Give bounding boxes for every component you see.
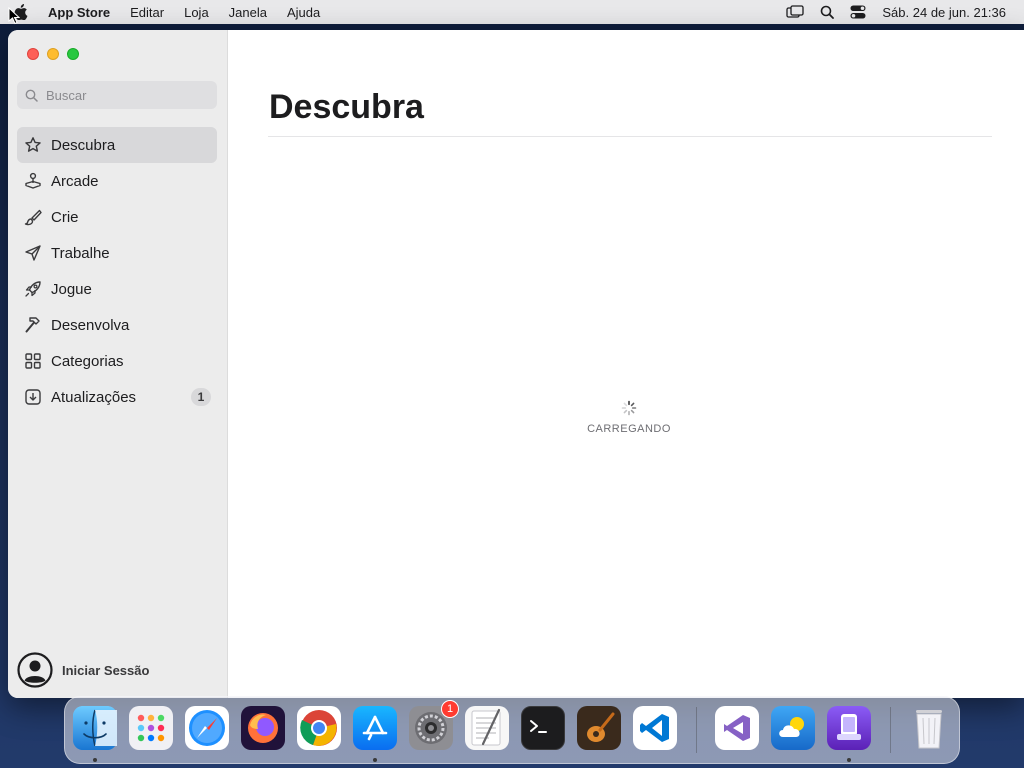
account-icon (17, 652, 53, 688)
simulator-running-dot (847, 758, 851, 762)
sidebar-item-label: Crie (51, 208, 79, 226)
system-settings-icon[interactable]: 1 (409, 700, 459, 750)
joystick-icon (24, 172, 42, 190)
app-store-window: Buscar Descubra Arcade Crie Trabalhe Jog… (8, 30, 1024, 698)
app-store-running-dot (373, 758, 377, 762)
spinner-icon (621, 400, 637, 416)
menu-clock[interactable]: Sáb. 24 de jun. 21:36 (882, 5, 1006, 20)
menu-ajuda[interactable]: Ajuda (287, 5, 320, 20)
search-icon (25, 89, 38, 102)
sidebar-item-label: Atualizações (51, 388, 137, 406)
visual-studio-icon[interactable] (715, 706, 759, 750)
sidebar-item-categorias[interactable]: Categorias (17, 343, 217, 379)
close-button[interactable] (27, 48, 39, 60)
trash-icon[interactable] (907, 706, 951, 750)
menu-janela[interactable]: Janela (229, 5, 267, 20)
terminal-icon[interactable] (521, 706, 565, 750)
title-divider (268, 136, 992, 137)
garageband-icon[interactable] (577, 706, 621, 750)
mouse-cursor-icon (8, 7, 20, 25)
loading-text: CARREGANDO (587, 423, 671, 435)
sidebar-nav: Descubra Arcade Crie Trabalhe Jogue Dese… (17, 127, 217, 415)
dock-separator (696, 707, 697, 753)
sidebar-item-label: Trabalhe (51, 244, 110, 262)
launchpad-icon[interactable] (129, 706, 173, 750)
menu-app-name[interactable]: App Store (48, 5, 110, 20)
safari-icon[interactable] (185, 706, 229, 750)
screen-mirroring-icon[interactable] (786, 5, 805, 19)
sidebar-item-jogue[interactable]: Jogue (17, 271, 217, 307)
sidebar: Buscar Descubra Arcade Crie Trabalhe Jog… (8, 30, 228, 698)
page-title: Descubra (269, 88, 424, 126)
finder-running-dot (93, 758, 97, 762)
search-input[interactable]: Buscar (17, 81, 217, 109)
paper-plane-icon (24, 244, 42, 262)
weather-icon[interactable] (771, 706, 815, 750)
star-icon (24, 136, 42, 154)
sidebar-item-label: Desenvolva (51, 316, 130, 334)
finder-icon[interactable] (73, 706, 117, 750)
updates-count-badge: 1 (191, 388, 211, 406)
sidebar-item-label: Arcade (51, 172, 99, 190)
menu-editar[interactable]: Editar (130, 5, 164, 20)
hammer-icon (24, 316, 42, 334)
minimize-button[interactable] (47, 48, 59, 60)
app-store-dock-icon[interactable] (353, 706, 397, 750)
brush-icon (24, 208, 42, 226)
control-center-icon[interactable] (850, 5, 866, 19)
sign-in-label: Iniciar Sessão (62, 662, 150, 678)
rocket-icon (24, 280, 42, 298)
loading-indicator: CARREGANDO (229, 400, 1024, 435)
simulator-icon[interactable] (827, 706, 871, 750)
firefox-icon[interactable] (241, 706, 285, 750)
dock: 1 (64, 696, 960, 764)
spotlight-search-icon[interactable] (820, 5, 835, 19)
grid-icon (24, 352, 42, 370)
download-icon (24, 388, 42, 406)
menu-loja[interactable]: Loja (184, 5, 209, 20)
sidebar-item-label: Descubra (51, 136, 116, 154)
zoom-button[interactable] (67, 48, 79, 60)
dock-separator (890, 707, 891, 753)
sidebar-item-atualizacoes[interactable]: Atualizações 1 (17, 379, 217, 415)
main-content: Descubra CARREGANDO (229, 30, 1024, 698)
vscode-icon[interactable] (633, 706, 677, 750)
settings-notification-badge: 1 (441, 700, 459, 718)
sidebar-item-label: Jogue (51, 280, 92, 298)
sidebar-item-trabalhe[interactable]: Trabalhe (17, 235, 217, 271)
sidebar-item-descubra[interactable]: Descubra (17, 127, 217, 163)
sidebar-item-crie[interactable]: Crie (17, 199, 217, 235)
sign-in-button[interactable]: Iniciar Sessão (17, 652, 149, 688)
menu-bar: App Store Editar Loja Janela Ajuda Sáb. … (0, 0, 1024, 24)
sidebar-item-desenvolva[interactable]: Desenvolva (17, 307, 217, 343)
sidebar-item-arcade[interactable]: Arcade (17, 163, 217, 199)
search-placeholder: Buscar (46, 87, 87, 103)
chrome-icon[interactable] (297, 706, 341, 750)
window-controls (27, 48, 79, 60)
sidebar-item-label: Categorias (51, 352, 124, 370)
textedit-icon[interactable] (465, 706, 509, 750)
